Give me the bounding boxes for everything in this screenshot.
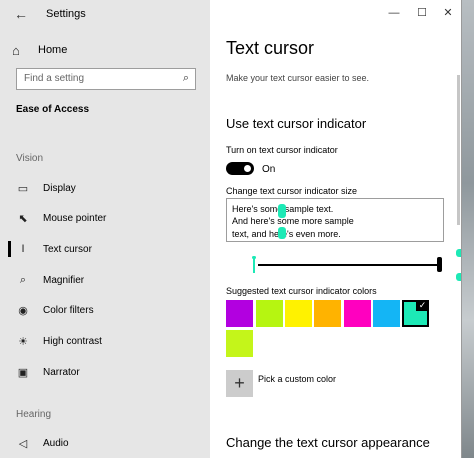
cursor-indicator-blob [278, 204, 286, 218]
preview-line: text, and here's even more. [232, 229, 341, 239]
group-label-vision: Vision [16, 153, 44, 164]
cursor-indicator-blob [278, 227, 286, 239]
close-button[interactable]: ✕ [437, 4, 459, 22]
scrollbar[interactable] [457, 75, 460, 225]
slider-min-indicator [252, 256, 256, 273]
back-arrow-icon[interactable]: ← [12, 6, 30, 22]
color-swatch-orange[interactable] [314, 300, 341, 327]
sidebar-item-high-contrast[interactable]: ☀ High contrast [8, 328, 208, 354]
maximize-button[interactable]: ☐ [411, 4, 433, 22]
group-label-hearing: Hearing [16, 409, 52, 420]
page-title: Text cursor [226, 38, 315, 58]
narrator-icon: ▣ [17, 366, 29, 379]
home-link[interactable]: ⌂ Home [12, 40, 67, 60]
home-icon: ⌂ [12, 42, 20, 58]
sidebar-item-mouse-pointer[interactable]: ⬉ Mouse pointer [8, 205, 208, 231]
cursor-indicator-blob [456, 273, 461, 281]
search-icon: ⌕ [182, 72, 189, 84]
window-title: Settings [46, 8, 86, 20]
toggle-knob [244, 165, 251, 172]
sidebar-item-label: Mouse pointer [43, 212, 107, 224]
sidebar-item-color-filters[interactable]: ◉ Color filters [8, 297, 208, 323]
sidebar-item-text-cursor[interactable]: I Text cursor [8, 236, 208, 262]
search-input[interactable]: Find a setting ⌕ [16, 68, 196, 90]
color-swatch-yellow[interactable] [285, 300, 312, 327]
settings-window: ⌂ Home Find a setting ⌕ Ease of Access V… [0, 0, 462, 458]
preview-line: And here's some more sample [232, 216, 354, 226]
desktop-background [460, 0, 474, 458]
checkmark-icon: ✓ [416, 300, 429, 311]
colors-label: Suggested text cursor indicator colors [226, 286, 377, 296]
color-swatch-blue[interactable] [373, 300, 400, 327]
text-cursor-icon: I [21, 243, 25, 255]
color-swatch-lime[interactable] [256, 300, 283, 327]
page-subtitle: Make your text cursor easier to see. [226, 73, 370, 83]
custom-color-label: Pick a custom color [258, 374, 337, 384]
toggle-label: Turn on text cursor indicator [226, 145, 338, 155]
minimize-button[interactable]: — [383, 4, 405, 22]
sidebar-item-label: High contrast [43, 335, 102, 347]
sidebar-item-narrator[interactable]: ▣ Narrator [8, 359, 208, 385]
color-filters-icon: ◉ [18, 304, 28, 317]
title-bar: ← Settings — ☐ ✕ [0, 0, 461, 28]
sidebar-item-label: Display [43, 182, 76, 194]
color-swatch-purple[interactable] [226, 300, 253, 327]
toggle-state: On [262, 164, 276, 175]
main-content: Text cursor Make your text cursor easier… [210, 0, 461, 458]
sidebar: ⌂ Home Find a setting ⌕ Ease of Access V… [0, 0, 210, 458]
sidebar-item-display[interactable]: ▭ Display [8, 175, 208, 201]
search-placeholder: Find a setting [24, 73, 85, 84]
sidebar-item-label: Narrator [43, 366, 80, 378]
magnifier-icon: ⌕ [19, 273, 27, 286]
custom-color-button[interactable]: + [226, 370, 253, 397]
selection-indicator [8, 241, 11, 257]
color-swatch-teal[interactable]: ✓ [402, 300, 429, 327]
sidebar-item-label: Magnifier [43, 274, 85, 286]
sidebar-item-label: Color filters [43, 304, 94, 316]
plus-icon: + [234, 373, 245, 393]
size-slider-track[interactable] [258, 264, 440, 266]
audio-icon: ◁ [18, 437, 28, 450]
home-label: Home [38, 44, 68, 56]
indicator-heading: Use text cursor indicator [226, 116, 367, 131]
mouse-pointer-icon: ⬉ [18, 212, 28, 225]
size-label: Change text cursor indicator size [226, 186, 358, 196]
sidebar-item-label: Audio [43, 437, 69, 449]
cursor-indicator-blob [456, 249, 461, 257]
preview-text-box: Here's some sample text. And here's some… [226, 198, 444, 242]
color-swatch-pink[interactable] [344, 300, 371, 327]
sidebar-item-magnifier[interactable]: ⌕ Magnifier [8, 267, 208, 293]
section-heading: Ease of Access [16, 104, 90, 115]
display-icon: ▭ [17, 182, 29, 195]
high-contrast-icon: ☀ [18, 335, 28, 348]
sidebar-item-audio[interactable]: ◁ Audio [8, 430, 208, 456]
size-slider-thumb[interactable] [437, 257, 442, 272]
cursor-appearance-heading: Change the text cursor appearance [226, 435, 430, 450]
sidebar-item-label: Text cursor [43, 243, 92, 255]
color-swatch-green-yellow[interactable] [226, 330, 253, 357]
cursor-indicator-toggle[interactable] [226, 162, 254, 175]
